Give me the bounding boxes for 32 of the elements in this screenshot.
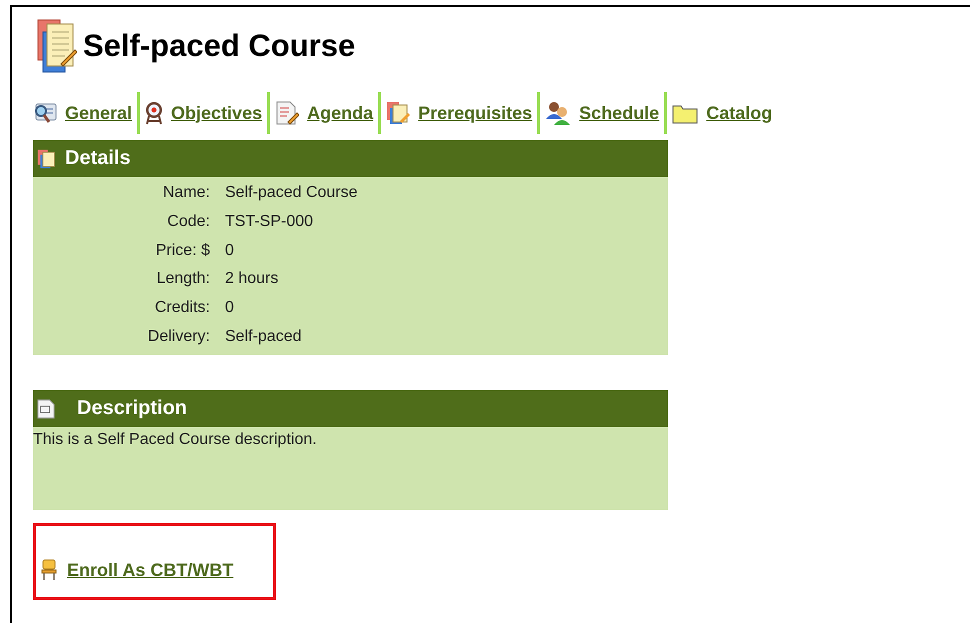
description-text: This is a Self Paced Course description. bbox=[33, 431, 317, 448]
page-title: Self-paced Course bbox=[83, 28, 356, 64]
tab-link[interactable]: Prerequisites bbox=[418, 102, 532, 124]
tab-link[interactable]: Catalog bbox=[706, 102, 772, 124]
chair-icon bbox=[41, 559, 57, 582]
tab-link[interactable]: Schedule bbox=[579, 102, 660, 124]
field-label: Length: bbox=[156, 270, 210, 288]
field-value: 2 hours bbox=[225, 270, 278, 288]
notebook-icon bbox=[37, 148, 57, 168]
tab-link[interactable]: Agenda bbox=[307, 102, 374, 124]
people-icon bbox=[545, 101, 572, 125]
document-pencil-icon bbox=[275, 101, 300, 125]
field-value: 0 bbox=[225, 299, 234, 318]
field-value: Self-paced bbox=[225, 328, 302, 346]
notebook-icon bbox=[37, 18, 77, 74]
field-value: Self-paced Course bbox=[225, 184, 358, 202]
panel-title: Description bbox=[77, 397, 188, 420]
field-value: 0 bbox=[225, 242, 234, 260]
field-value: TST-SP-000 bbox=[225, 213, 314, 232]
enroll-link[interactable]: Enroll As CBT/WBT bbox=[67, 560, 234, 582]
tab-link[interactable]: Objectives bbox=[171, 102, 262, 124]
document-icon bbox=[37, 398, 55, 419]
field-label: Delivery: bbox=[146, 328, 210, 346]
field-label: Credits: bbox=[154, 299, 210, 318]
tab-link[interactable]: General bbox=[65, 102, 132, 124]
field-label: Name: bbox=[162, 184, 210, 202]
panel-title: Details bbox=[65, 147, 131, 170]
field-label: Price: $ bbox=[154, 242, 210, 260]
field-label: Code: bbox=[166, 213, 210, 232]
notebook-icon bbox=[386, 101, 410, 125]
target-icon bbox=[145, 101, 164, 125]
magnifier-card-icon bbox=[33, 102, 57, 124]
